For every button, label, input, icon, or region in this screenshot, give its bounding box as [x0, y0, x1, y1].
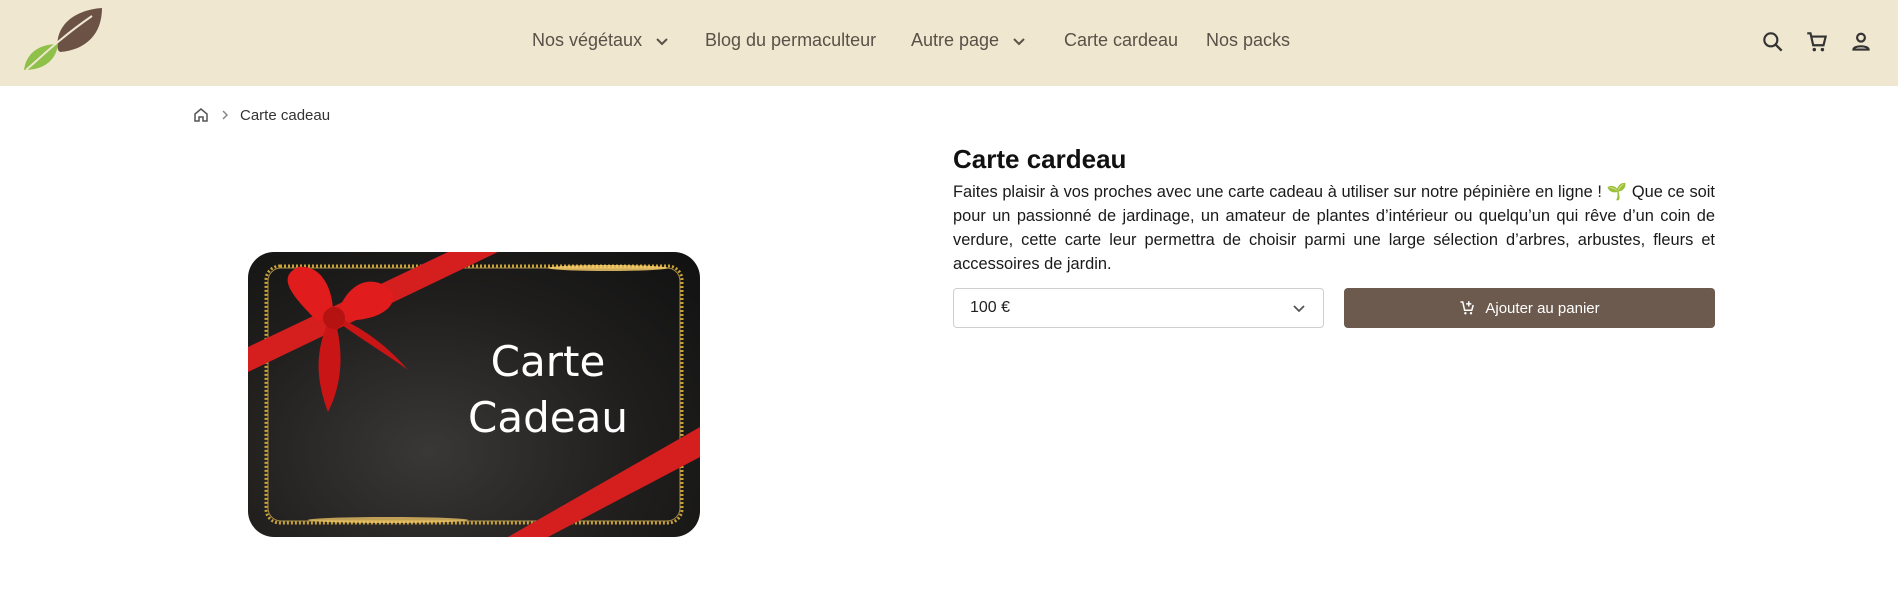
main-nav: Nos végétaux Blog du permaculteur Autre …: [0, 0, 1898, 86]
gift-card-text: Carte Cadeau: [448, 334, 648, 446]
nav-item-autre-page[interactable]: Autre page: [911, 30, 1027, 51]
account-icon: [1852, 32, 1870, 51]
nav-item-label: Carte cardeau: [1064, 30, 1179, 50]
nav-item-label: Nos végétaux: [532, 30, 643, 50]
breadcrumb-current: Carte cadeau: [240, 106, 331, 124]
chevron-down-icon: [656, 37, 668, 45]
cart-button[interactable]: [1804, 29, 1830, 55]
amount-select[interactable]: 100 €: [953, 288, 1324, 328]
cart-icon: [1807, 32, 1828, 52]
add-to-cart-icon: [1460, 301, 1475, 315]
nav-item-blog[interactable]: Blog du permaculteur: [705, 30, 876, 51]
chevron-down-icon: [1013, 37, 1025, 45]
chevron-down-icon: [1293, 305, 1305, 313]
account-button[interactable]: [1848, 29, 1874, 55]
breadcrumb: Carte cadeau: [192, 104, 330, 126]
product-title: Carte cardeau: [953, 144, 1127, 174]
add-to-cart-button[interactable]: Ajouter au panier: [1344, 288, 1715, 328]
home-icon[interactable]: [192, 106, 210, 124]
chevron-right-icon: [222, 110, 229, 120]
search-button[interactable]: [1760, 29, 1786, 55]
gift-card-text-line2: Cadeau: [468, 393, 628, 442]
product-description: Faites plaisir à vos proches avec une ca…: [953, 183, 1715, 273]
nav-item-nos-packs[interactable]: Nos packs: [1206, 30, 1290, 51]
gift-card-text-line1: Carte: [490, 337, 606, 386]
add-to-cart-label: Ajouter au panier: [1485, 299, 1600, 317]
nav-item-label: Nos packs: [1206, 30, 1291, 50]
product-image: Carte Cadeau: [248, 252, 700, 537]
nav-item-carte-cardeau[interactable]: Carte cardeau: [1064, 30, 1178, 51]
nav-item-label: Autre page: [911, 30, 1000, 50]
nav-item-label: Blog du permaculteur: [705, 30, 877, 50]
amount-select-value: 100 €: [970, 299, 1011, 316]
search-icon: [1763, 32, 1783, 52]
nav-item-nos-vegetaux[interactable]: Nos végétaux: [532, 30, 670, 51]
site-header: Nos végétaux Blog du permaculteur Autre …: [0, 0, 1898, 86]
